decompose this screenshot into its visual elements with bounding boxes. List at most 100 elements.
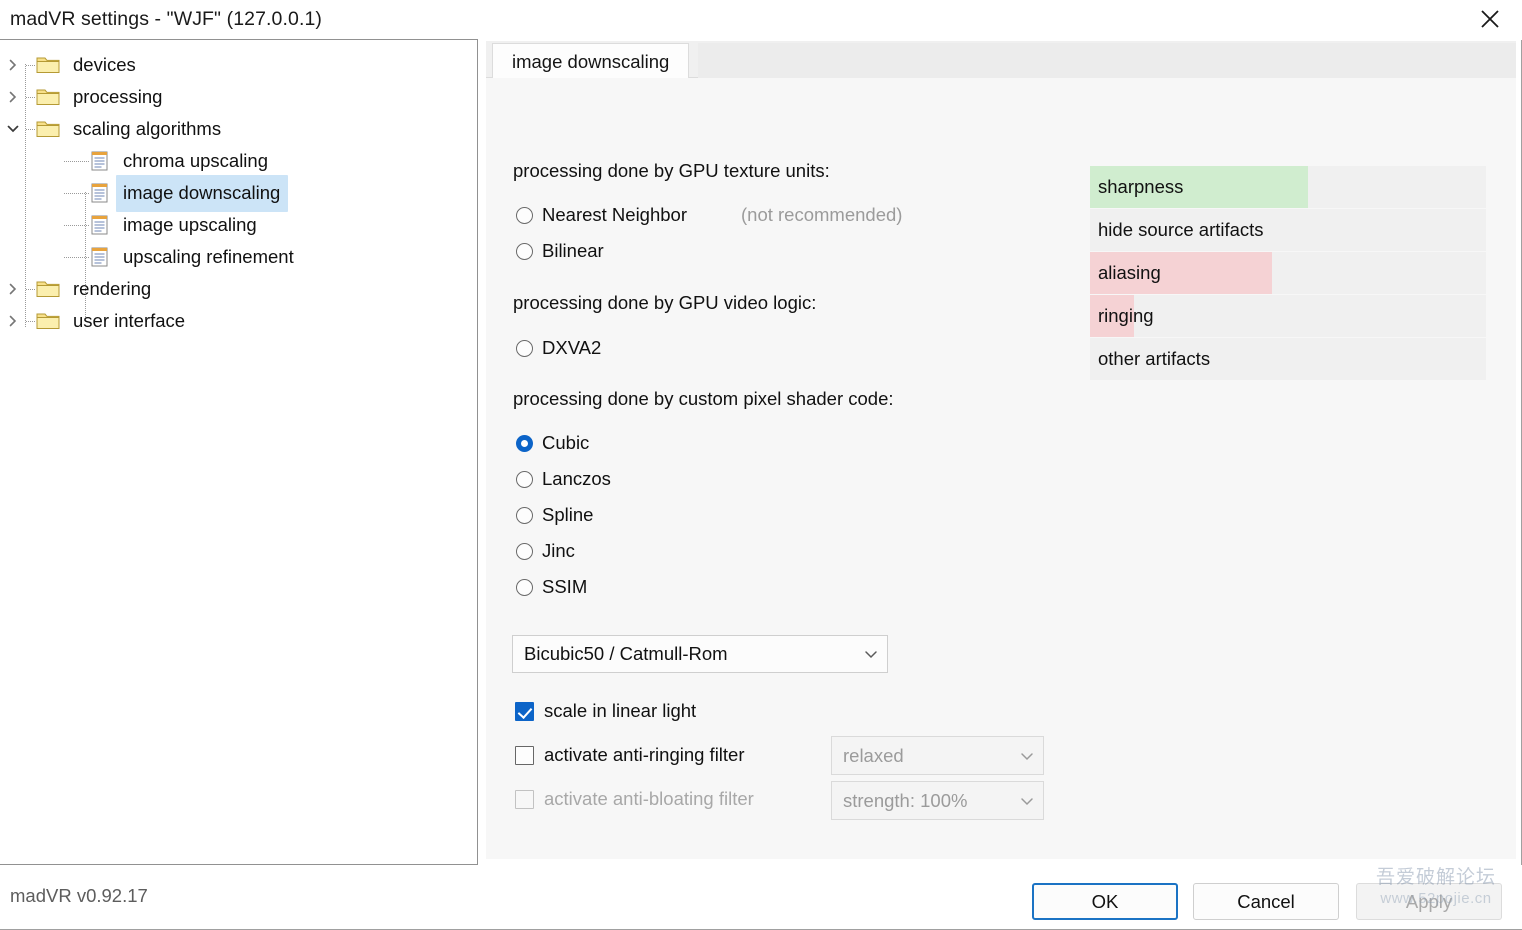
radio-label: Spline bbox=[542, 504, 594, 525]
madvr-settings-window: madVR settings - "WJF" (127.0.0.1) devic… bbox=[0, 0, 1522, 930]
checkbox-indicator bbox=[515, 701, 534, 721]
tree-item-processing[interactable]: processing bbox=[0, 81, 477, 113]
radio-indicator bbox=[516, 542, 533, 560]
quality-label: hide source artifacts bbox=[1098, 219, 1264, 240]
tab-strip-filler bbox=[698, 43, 1516, 78]
anti-bloating-strength-value: strength: 100% bbox=[843, 789, 968, 811]
quality-row: hide source artifacts bbox=[1090, 209, 1486, 251]
chevron-right-icon[interactable] bbox=[0, 49, 26, 81]
radio-indicator bbox=[516, 506, 533, 524]
close-icon[interactable] bbox=[1458, 0, 1522, 38]
folder-open-icon bbox=[36, 113, 66, 145]
not-recommended-hint: (not recommended) bbox=[741, 204, 903, 225]
chevron-down-icon bbox=[1011, 793, 1043, 809]
radio-indicator bbox=[516, 242, 533, 260]
settings-content-panel: image downscaling processing done by GPU… bbox=[486, 41, 1516, 859]
radio-spline[interactable]: Spline bbox=[516, 504, 593, 526]
radio-label: Lanczos bbox=[542, 468, 611, 489]
checkbox-indicator bbox=[515, 789, 534, 809]
version-label: madVR v0.92.17 bbox=[10, 885, 148, 906]
apply-button[interactable]: Apply bbox=[1356, 883, 1502, 920]
chevron-right-icon[interactable] bbox=[0, 273, 26, 305]
anti-ringing-strength-dropdown[interactable]: relaxed bbox=[831, 736, 1044, 775]
tree-item-label: image downscaling bbox=[116, 174, 289, 212]
anti-bloating-strength-dropdown[interactable]: strength: 100% bbox=[831, 781, 1044, 820]
folder-icon bbox=[36, 305, 66, 337]
group-label-video-logic: processing done by GPU video logic: bbox=[513, 292, 817, 313]
tree-dots bbox=[60, 177, 90, 209]
radio-label: SSIM bbox=[542, 576, 588, 597]
radio-nearest-neighbor[interactable]: Nearest Neighbor bbox=[516, 204, 687, 226]
tree-item-scaling-algorithms[interactable]: scaling algorithms bbox=[0, 113, 477, 145]
tree-dots bbox=[60, 209, 90, 241]
tab-image-downscaling[interactable]: image downscaling bbox=[492, 43, 690, 79]
chevron-down-icon bbox=[855, 646, 887, 662]
chevron-down-icon[interactable] bbox=[0, 113, 26, 145]
tree-dots bbox=[26, 113, 36, 145]
tree-dots bbox=[26, 305, 36, 337]
radio-indicator bbox=[516, 470, 533, 488]
tree-item-label: rendering bbox=[73, 278, 152, 299]
folder-icon bbox=[36, 273, 66, 305]
dialog-footer: madVR v0.92.17 OK Cancel Apply 吾爱破解论坛 ww… bbox=[0, 865, 1522, 929]
radio-indicator bbox=[516, 578, 533, 596]
radio-bilinear[interactable]: Bilinear bbox=[516, 240, 604, 262]
ok-button[interactable]: OK bbox=[1032, 883, 1178, 920]
page-icon bbox=[90, 209, 116, 241]
page-icon bbox=[90, 241, 116, 273]
checkbox-scale-in-linear-light[interactable]: scale in linear light bbox=[515, 700, 696, 722]
tree-item-user-interface[interactable]: user interface bbox=[0, 305, 477, 337]
tree-item-image-upscaling[interactable]: image upscaling bbox=[0, 209, 477, 241]
tree-item-image-downscaling[interactable]: image downscaling bbox=[0, 174, 477, 212]
cancel-button[interactable]: Cancel bbox=[1193, 883, 1339, 920]
tree-item-label: processing bbox=[73, 86, 163, 107]
group-label-pixel-shader: processing done by custom pixel shader c… bbox=[513, 388, 894, 409]
tree-item-chroma-upscaling[interactable]: chroma upscaling bbox=[0, 145, 477, 177]
tree-item-label: user interface bbox=[73, 310, 186, 331]
chevron-down-icon bbox=[1011, 748, 1043, 764]
anti-ringing-strength-value: relaxed bbox=[843, 744, 904, 766]
tree-item-label: image upscaling bbox=[123, 214, 257, 235]
tree-item-devices[interactable]: devices bbox=[0, 49, 477, 81]
checkbox-activate-anti-ringing-filter[interactable]: activate anti-ringing filter bbox=[515, 744, 745, 766]
scaler-variant-dropdown[interactable]: Bicubic50 / Catmull-Rom bbox=[512, 635, 888, 673]
checkbox-activate-anti-bloating-filter[interactable]: activate anti-bloating filter bbox=[515, 788, 754, 810]
quality-rating-chart: sharpness hide source artifacts aliasing… bbox=[1090, 166, 1486, 381]
radio-lanczos[interactable]: Lanczos bbox=[516, 468, 611, 490]
tree-item-upscaling-refinement[interactable]: upscaling refinement bbox=[0, 241, 477, 273]
title-bar: madVR settings - "WJF" (127.0.0.1) bbox=[0, 0, 1522, 40]
radio-label: Nearest Neighbor bbox=[542, 204, 687, 225]
checkbox-label: activate anti-bloating filter bbox=[544, 788, 754, 809]
checkbox-label: activate anti-ringing filter bbox=[544, 744, 745, 765]
quality-label: aliasing bbox=[1098, 262, 1161, 283]
radio-label: Jinc bbox=[542, 540, 575, 561]
radio-dxva2[interactable]: DXVA2 bbox=[516, 337, 601, 359]
tree-item-label: devices bbox=[73, 54, 136, 75]
radio-indicator bbox=[516, 434, 533, 452]
chevron-right-icon[interactable] bbox=[0, 81, 26, 113]
quality-label: sharpness bbox=[1098, 176, 1184, 197]
checkbox-indicator bbox=[515, 745, 534, 765]
radio-cubic[interactable]: Cubic bbox=[516, 432, 589, 454]
tree-item-rendering[interactable]: rendering bbox=[0, 273, 477, 305]
panel-body: processing done by GPU texture units: Ne… bbox=[486, 78, 1516, 859]
page-icon bbox=[90, 145, 116, 177]
quality-row: sharpness bbox=[1090, 166, 1486, 208]
chevron-right-icon[interactable] bbox=[0, 305, 26, 337]
tree-dots bbox=[60, 241, 90, 273]
radio-jinc[interactable]: Jinc bbox=[516, 540, 575, 562]
page-icon bbox=[90, 177, 116, 209]
quality-row: aliasing bbox=[1090, 252, 1486, 294]
tree-dots bbox=[60, 145, 90, 177]
folder-icon bbox=[36, 49, 66, 81]
quality-label: ringing bbox=[1098, 305, 1154, 326]
quality-label: other artifacts bbox=[1098, 348, 1211, 369]
radio-ssim[interactable]: SSIM bbox=[516, 576, 587, 598]
window-title: madVR settings - "WJF" (127.0.0.1) bbox=[10, 8, 323, 30]
radio-label: Bilinear bbox=[542, 240, 604, 261]
quality-row: ringing bbox=[1090, 295, 1486, 337]
tree-dots bbox=[26, 49, 36, 81]
radio-indicator bbox=[516, 206, 533, 224]
radio-label: DXVA2 bbox=[542, 337, 602, 358]
settings-tree[interactable]: devices processing scaling algorithms ch… bbox=[0, 39, 478, 865]
